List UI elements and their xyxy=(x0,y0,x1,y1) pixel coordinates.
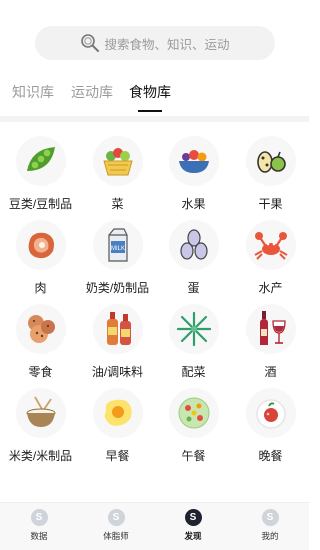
category-dinner[interactable]: 晚餐 xyxy=(232,386,309,474)
category-rice[interactable]: 米类/米制品 xyxy=(2,386,79,474)
category-label: 油/调味料 xyxy=(91,365,144,379)
category-label: 奶类/奶制品 xyxy=(85,281,150,295)
nav-label: 数据 xyxy=(30,531,48,541)
category-eggs[interactable]: 蛋 xyxy=(155,218,232,306)
cookies-icon xyxy=(15,304,66,354)
crab-icon xyxy=(245,220,296,270)
tab-exercise[interactable]: 运动库 xyxy=(71,82,113,102)
nav-label: 我的 xyxy=(261,531,279,541)
library-tabs: 知识库 运动库 食物库 xyxy=(0,72,309,116)
fried-egg-icon xyxy=(92,388,143,438)
category-beans[interactable]: 豆类/豆制品 xyxy=(2,134,79,222)
category-snacks[interactable]: 零食 xyxy=(2,302,79,390)
search-bar[interactable]: 搜索食物、知识、运动 xyxy=(35,26,275,60)
category-alcohol[interactable]: 酒 xyxy=(232,302,309,390)
vegetable-basket-icon xyxy=(92,136,143,186)
category-label: 米类/米制品 xyxy=(8,449,73,463)
nav-badge-icon: S xyxy=(184,509,202,526)
category-label: 肉 xyxy=(34,281,47,295)
category-label: 配菜 xyxy=(181,365,206,379)
nav-body-fat-coach[interactable]: S 体脂师 xyxy=(86,509,146,542)
category-oil-condiments[interactable]: 油/调味料 xyxy=(79,302,156,390)
bottom-nav: S 数据 S 体脂师 S 发现 S 我的 xyxy=(0,502,309,550)
category-dried-fruit[interactable]: 干果 xyxy=(232,134,309,222)
nav-label: 发现 xyxy=(184,531,202,541)
section-divider xyxy=(0,116,309,122)
category-label: 菜 xyxy=(111,197,124,211)
rice-bowl-icon xyxy=(15,388,66,438)
salad-plate-icon xyxy=(168,388,219,438)
category-label: 水果 xyxy=(181,197,206,211)
search-placeholder: 搜索食物、知识、运动 xyxy=(104,37,230,52)
category-vegetables[interactable]: 菜 xyxy=(79,134,156,222)
category-label: 豆类/豆制品 xyxy=(8,197,73,211)
svg-text:MILK: MILK xyxy=(110,246,124,252)
category-lunch[interactable]: 午餐 xyxy=(155,386,232,474)
category-label: 酒 xyxy=(264,365,277,379)
tab-knowledge[interactable]: 知识库 xyxy=(12,82,54,102)
category-label: 零食 xyxy=(28,365,53,379)
category-label: 蛋 xyxy=(187,281,200,295)
wine-icon xyxy=(245,304,296,354)
category-label: 晚餐 xyxy=(258,449,283,463)
milk-carton-icon: MILK xyxy=(92,220,143,270)
nav-badge-icon: S xyxy=(30,509,48,526)
nav-profile[interactable]: S 我的 xyxy=(240,509,300,542)
condiment-bottles-icon xyxy=(92,304,143,354)
nav-badge-icon: S xyxy=(107,509,125,526)
category-fruit[interactable]: 水果 xyxy=(155,134,232,222)
nav-label: 体脂师 xyxy=(103,531,129,541)
nav-badge-icon: S xyxy=(261,509,279,526)
dinner-plate-icon xyxy=(245,388,296,438)
pea-pod-icon xyxy=(15,136,66,186)
nuts-icon xyxy=(245,136,296,186)
steak-icon xyxy=(15,220,66,270)
eggs-icon xyxy=(168,220,219,270)
category-label: 午餐 xyxy=(181,449,206,463)
category-label: 干果 xyxy=(258,197,283,211)
category-breakfast[interactable]: 早餐 xyxy=(79,386,156,474)
search-icon xyxy=(80,33,100,53)
category-seafood[interactable]: 水产 xyxy=(232,218,309,306)
tab-food[interactable]: 食物库 xyxy=(129,82,171,102)
category-label: 水产 xyxy=(258,281,283,295)
category-meat[interactable]: 肉 xyxy=(2,218,79,306)
nav-discover[interactable]: S 发现 xyxy=(163,509,223,542)
nav-data[interactable]: S 数据 xyxy=(9,509,69,542)
category-label: 早餐 xyxy=(105,449,130,463)
category-dairy[interactable]: MILK 奶类/奶制品 xyxy=(79,218,156,306)
active-tab-indicator xyxy=(138,110,162,112)
fruit-bowl-icon xyxy=(168,136,219,186)
category-garnish[interactable]: 配菜 xyxy=(155,302,232,390)
leafy-garnish-icon xyxy=(168,304,219,354)
